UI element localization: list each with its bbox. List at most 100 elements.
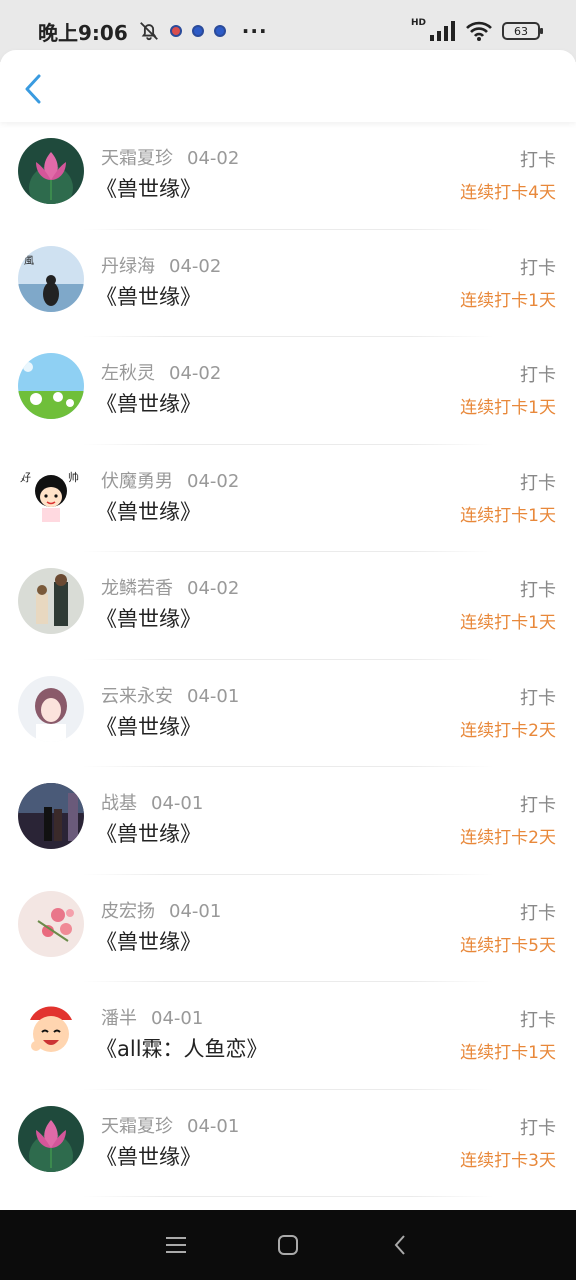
book-title[interactable]: 《兽世缘》: [96, 281, 201, 311]
checkin-list: 天霜夏珍 04-02 《兽世缘》 打卡 连续打卡4天風丹绿海 04-02 《兽世缘》 打卡 连续…: [0, 122, 576, 1197]
list-item[interactable]: 天霜夏珍 04-01 《兽世缘》 打卡连续打卡3天: [0, 1090, 576, 1197]
book-title[interactable]: 《兽世缘》: [96, 496, 201, 526]
system-back-button[interactable]: [380, 1225, 420, 1265]
book-title[interactable]: 《兽世缘》: [96, 818, 201, 848]
hd-indicator: HD: [410, 18, 426, 28]
checkin-label: 打卡: [520, 1117, 556, 1139]
avatar[interactable]: [18, 998, 84, 1064]
list-item[interactable]: 潘半 04-01 《all霖：人鱼恋》 打卡连续打卡1天: [0, 982, 576, 1090]
checkin-date: 04-02: [187, 470, 240, 492]
system-nav-bar: [0, 1210, 576, 1280]
checkin-date: 04-01: [169, 900, 222, 922]
user-name[interactable]: 伏魔勇男: [101, 471, 173, 492]
home-button[interactable]: [268, 1225, 308, 1265]
divider: [82, 1196, 494, 1197]
list-item[interactable]: 天霜夏珍 04-02 《兽世缘》 打卡连续打卡4天: [0, 122, 576, 230]
user-line: 伏魔勇男 04-02: [101, 467, 239, 493]
checkin-date: 04-02: [187, 148, 240, 169]
streak-text: 连续打卡1天: [460, 290, 556, 311]
book-title[interactable]: 《兽世缘》: [96, 603, 201, 633]
svg-text:帅: 帅: [68, 471, 79, 484]
checkin-date: 04-01: [151, 793, 204, 814]
streak-text: 连续打卡2天: [460, 720, 556, 741]
user-name[interactable]: 战基: [101, 793, 137, 814]
list-item[interactable]: 左秋灵 04-02 《兽世缘》 打卡 连续打卡1天: [0, 337, 576, 445]
notification-app-icon: [191, 25, 204, 37]
chevron-left-icon: [25, 74, 41, 104]
user-line: 天霜夏珍 04-02: [101, 144, 239, 170]
avatar[interactable]: [18, 138, 84, 204]
user-name[interactable]: 云来永安: [101, 686, 173, 707]
checkin-label: 打卡: [520, 1010, 556, 1031]
status-time: 晚上9:06: [38, 20, 128, 45]
book-title[interactable]: 《兽世缘》: [96, 1141, 201, 1171]
book-title[interactable]: 《兽世缘》: [96, 173, 201, 203]
list-item[interactable]: 皮宏扬 04-01 《兽世缘》 打卡连续打卡5天: [0, 875, 576, 982]
checkin-label: 打卡: [520, 472, 556, 494]
book-title[interactable]: 《兽世缘》: [96, 926, 201, 956]
list-item[interactable]: 战基 04-01 《兽世缘》 打卡连续打卡2天: [0, 767, 576, 875]
list-item[interactable]: 風 丹绿海 04-02 《兽世缘》 打卡连续打卡1天: [0, 230, 576, 337]
battery-level: 63: [514, 24, 528, 38]
user-name[interactable]: 天霜夏珍: [101, 1116, 173, 1137]
streak-text: 连续打卡5天: [460, 935, 556, 956]
book-title[interactable]: 《兽世缘》: [96, 711, 201, 741]
checkin-label: 打卡: [520, 902, 556, 924]
more-notifications-icon: ···: [241, 19, 268, 43]
list-item[interactable]: 好帅伏魔勇男 04-02 《兽世缘》 打卡连续打卡1天: [0, 445, 576, 552]
user-name[interactable]: 天霜夏珍: [101, 148, 173, 169]
avatar[interactable]: [18, 675, 84, 742]
svg-text:風: 風: [24, 255, 34, 267]
streak-text: 连续打卡4天: [460, 183, 556, 203]
checkin-label: 打卡: [520, 365, 556, 386]
user-line: 丹绿海 04-02: [101, 252, 221, 278]
bell-off-icon: [139, 22, 158, 41]
notification-app-icon: [169, 25, 182, 37]
list-item[interactable]: 龙鳞若香 04-02 《兽世缘》 打卡连续打卡1天: [0, 552, 576, 660]
user-line: 龙鳞若香 04-02: [101, 574, 239, 600]
streak-text: 连续打卡2天: [460, 828, 556, 848]
user-name[interactable]: 左秋灵: [101, 363, 155, 384]
avatar[interactable]: [18, 783, 84, 849]
book-title[interactable]: 《all霖：人鱼恋》: [96, 1033, 268, 1063]
list-item[interactable]: 云来永安 04-01 《兽世缘》 打卡 连续打卡2天: [0, 660, 576, 767]
checkin-label: 打卡: [520, 795, 556, 816]
avatar[interactable]: 好帅: [18, 460, 84, 527]
checkin-label: 打卡: [520, 150, 556, 171]
streak-text: 连续打卡1天: [460, 613, 556, 633]
checkin-date: 04-01: [187, 685, 240, 707]
checkin-date: 04-02: [169, 255, 222, 277]
user-line: 潘半 04-01: [101, 1004, 203, 1030]
user-name[interactable]: 皮宏扬: [101, 901, 155, 922]
recent-apps-button[interactable]: [156, 1225, 196, 1265]
user-name[interactable]: 潘半: [101, 1008, 137, 1029]
back-icon: [394, 1235, 405, 1255]
checkin-label: 打卡: [520, 257, 556, 279]
back-button[interactable]: [18, 72, 48, 106]
avatar[interactable]: 風: [18, 245, 84, 312]
user-line: 皮宏扬 04-01: [101, 897, 221, 923]
battery-icon: 63: [502, 22, 543, 40]
avatar[interactable]: [18, 890, 84, 957]
user-line: 天霜夏珍 04-01: [101, 1112, 239, 1138]
user-line: 左秋灵 04-02: [101, 359, 221, 385]
avatar[interactable]: [18, 353, 84, 419]
user-name[interactable]: 丹绿海: [101, 256, 155, 277]
book-title[interactable]: 《兽世缘》: [96, 388, 201, 418]
wifi-icon: [466, 21, 492, 41]
header-bar: [0, 50, 576, 122]
menu-icon: [166, 1237, 186, 1253]
streak-text: 连续打卡1天: [460, 1043, 556, 1063]
checkin-date: 04-01: [151, 1008, 204, 1029]
user-line: 云来永安 04-01: [101, 682, 239, 708]
checkin-label: 打卡: [520, 580, 556, 601]
checkin-date: 04-02: [169, 363, 222, 384]
user-name[interactable]: 龙鳞若香: [101, 578, 173, 599]
avatar[interactable]: [18, 1105, 84, 1172]
user-line: 战基 04-01: [101, 789, 203, 815]
checkin-date: 04-02: [187, 578, 240, 599]
avatar[interactable]: [18, 568, 84, 634]
checkin-date: 04-01: [187, 1115, 240, 1137]
streak-text: 连续打卡1天: [460, 505, 556, 526]
streak-text: 连续打卡3天: [460, 1150, 556, 1171]
